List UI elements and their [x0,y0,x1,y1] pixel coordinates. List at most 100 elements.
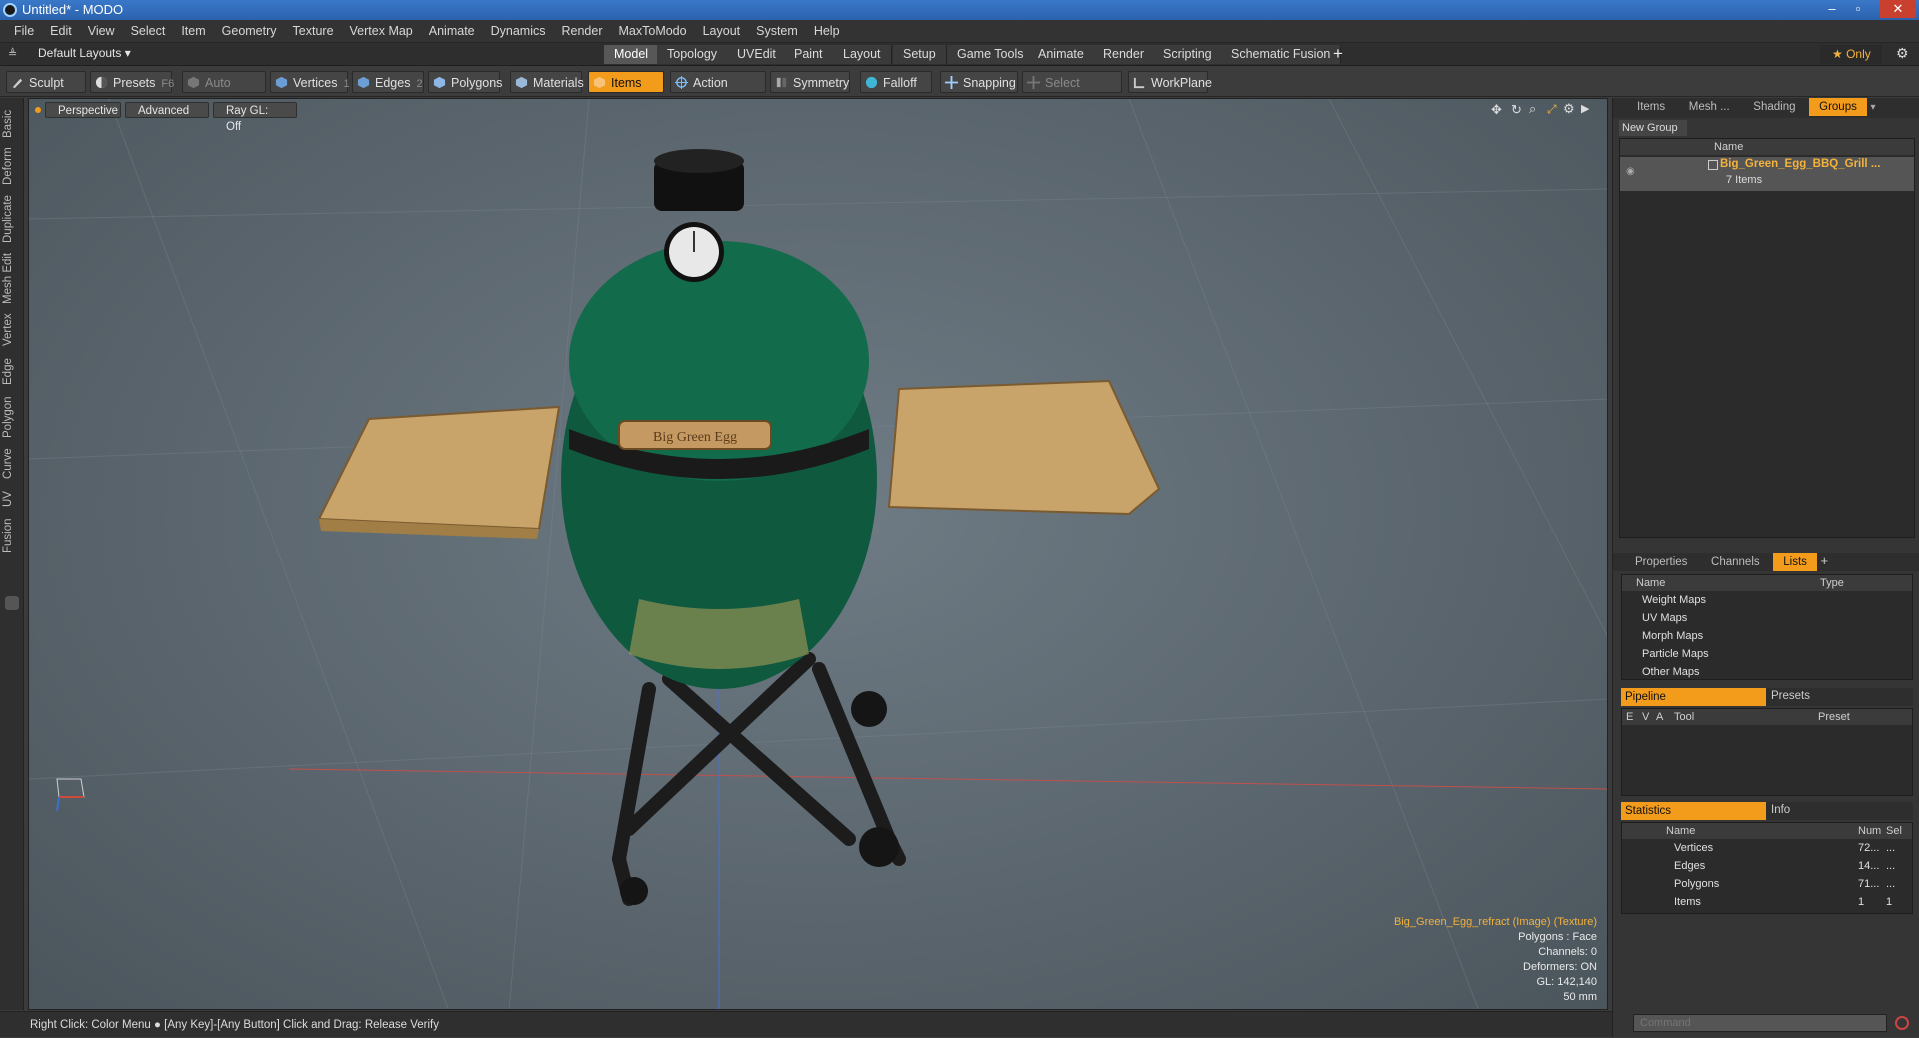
group-name[interactable]: Big_Green_Egg_BBQ_Grill ... [1720,158,1880,170]
viewport-3d[interactable]: Big Green Egg Perspective Advanced Ray G… [28,98,1608,1010]
menu-dynamics[interactable]: Dynamics [483,24,554,38]
tab-statistics[interactable]: Statistics [1621,802,1766,820]
falloff-label: Falloff [883,76,917,90]
group-row[interactable]: ◉ Big_Green_Egg_BBQ_Grill ... 7 Items [1620,157,1914,191]
shading-advanced-button[interactable]: Advanced [125,102,209,118]
rotate-icon[interactable]: ↻ [1511,102,1522,118]
presets-button[interactable]: Presets F6 [90,71,174,93]
minimize-button[interactable]: – [1820,0,1844,18]
sculpt-button[interactable]: Sculpt [6,71,86,93]
falloff-button[interactable]: Falloff [860,71,932,93]
materials-button[interactable]: Materials [510,71,584,93]
tab-groups[interactable]: Groups [1809,98,1867,116]
tab-topology[interactable]: Topology [657,45,729,64]
symmetry-button[interactable]: Symmetry [770,71,850,93]
menu-maxtomodo[interactable]: MaxToModo [611,24,695,38]
vtab-uv[interactable]: UV [2,488,22,510]
tab-presets[interactable]: Presets [1771,690,1810,702]
pan-icon[interactable]: ✥ [1491,102,1502,118]
tab-mesh[interactable]: Mesh ... [1679,98,1740,116]
tab-info[interactable]: Info [1771,804,1790,816]
tab-shading[interactable]: Shading [1743,98,1805,116]
vtab-edge[interactable]: Edge [2,356,22,388]
tab-uvedit[interactable]: UVEdit [727,45,787,64]
command-input[interactable] [1633,1014,1887,1032]
tab-channels[interactable]: Channels [1701,553,1770,571]
list-item-uv-maps[interactable]: UV Maps [1622,609,1912,627]
tab-scripting[interactable]: Scripting [1153,45,1223,64]
tab-render[interactable]: Render [1093,45,1155,64]
new-group-button[interactable]: New Group [1619,120,1687,136]
vertices-button[interactable]: Vertices 1 [270,71,350,93]
layout-gear-icon[interactable]: ⚙ [1896,45,1909,62]
menu-animate[interactable]: Animate [421,24,483,38]
layout-menu-icon[interactable]: ≜ [8,47,20,60]
stats-row[interactable]: Items 1 1 [1622,893,1912,911]
action-center-button[interactable]: Action Center [670,71,766,112]
menu-texture[interactable]: Texture [285,24,342,38]
command-stop-icon[interactable] [1895,1016,1909,1030]
only-toggle[interactable]: ★ Only [1820,45,1882,64]
vtab-deform[interactable]: Deform [2,146,22,186]
zoom-icon[interactable]: ⌕ [1529,101,1536,117]
auto-select-button[interactable]: Auto Select [182,71,266,112]
maximize-button[interactable]: ▫ [1846,0,1870,18]
list-item-morph-maps[interactable]: Morph Maps [1622,627,1912,645]
edges-button[interactable]: Edges 2 [352,71,424,93]
viewport-options-dot[interactable] [35,107,41,113]
tab-setup[interactable]: Setup [893,45,947,64]
maximize-viewport-icon[interactable]: ⤢ [1547,102,1557,117]
tab-animate[interactable]: Animate [1028,45,1095,64]
viewport-gear-icon[interactable]: ⚙ [1563,101,1575,117]
tab-items[interactable]: Items [1627,98,1675,116]
tab-lists[interactable]: Lists [1773,553,1817,571]
tab-paint[interactable]: Paint [784,45,834,64]
viewport-expand-icon[interactable]: ▶ [1581,102,1589,115]
list-item-particle-maps[interactable]: Particle Maps [1622,645,1912,663]
menu-geometry[interactable]: Geometry [214,24,285,38]
tab-overflow-icon[interactable]: ▾ [1870,102,1875,113]
tab-pipeline[interactable]: Pipeline [1621,688,1766,706]
menu-select[interactable]: Select [123,24,174,38]
tab-model[interactable]: Model [604,45,660,64]
menu-vertex-map[interactable]: Vertex Map [342,24,421,38]
tab-layout[interactable]: Layout [833,45,892,64]
menu-layout[interactable]: Layout [695,24,749,38]
stats-row[interactable]: Polygons 71... ... [1622,875,1912,893]
vtab-basic[interactable]: Basic [2,106,22,142]
tab-schematic-fusion[interactable]: Schematic Fusion [1221,45,1342,64]
items-button[interactable]: Items [588,71,664,93]
vtab-curve[interactable]: Curve [2,446,22,482]
stats-row[interactable]: Edges 14... ... [1622,857,1912,875]
layout-selector[interactable]: Default Layouts ▾ [38,46,131,60]
menu-item[interactable]: Item [173,24,213,38]
stats-row[interactable]: Vertices 72... ... [1622,839,1912,857]
view-perspective-button[interactable]: Perspective [45,102,121,118]
vtab-vertex[interactable]: Vertex [2,310,22,350]
strip-toggle-button[interactable] [5,596,19,610]
visibility-eye-icon[interactable]: ◉ [1626,166,1635,177]
add-tab-button[interactable]: + [1333,44,1343,64]
menu-view[interactable]: View [80,24,123,38]
menu-render[interactable]: Render [554,24,611,38]
list-item-other-maps[interactable]: Other Maps [1622,663,1912,681]
menu-file[interactable]: File [6,24,42,38]
add-panel-tab-button[interactable]: + [1821,553,1829,568]
stats-col-num: Num [1858,825,1882,837]
menu-system[interactable]: System [748,24,806,38]
tab-properties[interactable]: Properties [1625,553,1697,571]
raygl-button[interactable]: Ray GL: Off [213,102,297,133]
list-item-weight-maps[interactable]: Weight Maps [1622,591,1912,609]
select-through-button[interactable]: Select Through [1022,71,1122,112]
polygons-button[interactable]: Polygons [428,71,502,93]
vtab-mesh-edit[interactable]: Mesh Edit [2,252,22,304]
snapping-button[interactable]: Snapping [940,71,1018,93]
menu-help[interactable]: Help [806,24,848,38]
vtab-duplicate[interactable]: Duplicate [2,192,22,246]
vtab-fusion[interactable]: Fusion [2,516,22,556]
close-button[interactable]: ✕ [1880,0,1916,18]
tab-game-tools[interactable]: Game Tools [947,45,1035,64]
vtab-polygon[interactable]: Polygon [2,394,22,440]
workplane-button[interactable]: WorkPlane [1128,71,1212,93]
menu-edit[interactable]: Edit [42,24,80,38]
